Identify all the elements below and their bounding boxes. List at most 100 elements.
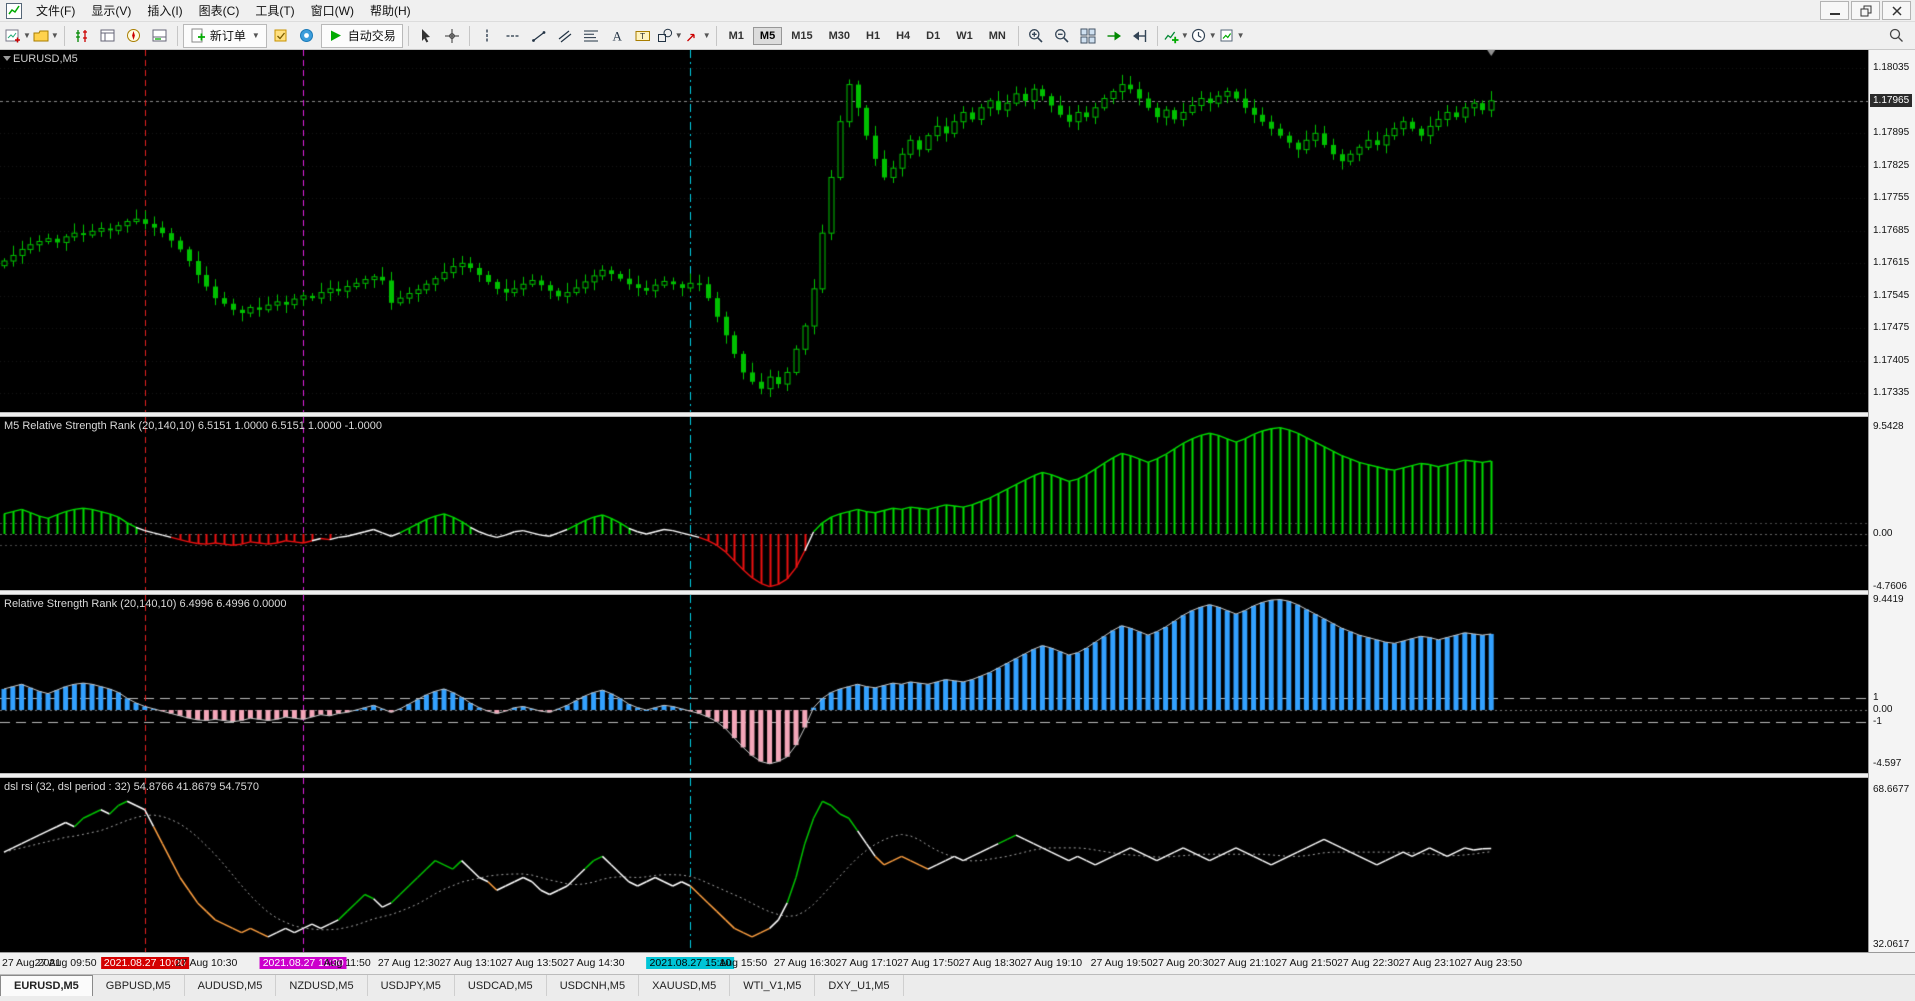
text-tool-button[interactable]: A	[605, 25, 629, 47]
market-watch-button[interactable]	[70, 25, 94, 47]
navigator-icon	[126, 28, 142, 44]
new-order-icon	[190, 28, 206, 44]
timeframe-m30-button[interactable]: M30	[822, 27, 857, 45]
text-label-tool-button[interactable]: T	[631, 25, 655, 47]
indicator-panel-dsl-rsi[interactable]	[0, 778, 1868, 952]
menu-file[interactable]: 文件(F)	[28, 0, 83, 22]
cursor-icon	[418, 28, 434, 44]
scale-label: 0.00	[1873, 704, 1893, 715]
period-list-button[interactable]: ▼	[1191, 25, 1217, 47]
crosshair-button[interactable]	[440, 25, 464, 47]
timeframe-m1-button[interactable]: M1	[722, 27, 751, 45]
time-axis[interactable]: 27 Aug 2021 27 Aug 09:50 2021.08.27 10:00 2…	[0, 952, 1915, 974]
time-label: 27 Aug 17:50	[897, 957, 959, 969]
menu-tools[interactable]: 工具(T)	[247, 0, 302, 22]
scale-label: 1.17405	[1873, 354, 1910, 366]
zoom-out-button[interactable]	[1050, 25, 1074, 47]
timeframe-mn-button[interactable]: MN	[982, 27, 1013, 45]
chart-tab-gbpusd-m5[interactable]: GBPUSD,M5	[93, 975, 185, 996]
chart-tab-usdjpy-m5[interactable]: USDJPY,M5	[368, 975, 455, 996]
profiles-button[interactable]: ▼	[33, 25, 59, 47]
shapes-button[interactable]: ▼	[657, 25, 683, 47]
close-button[interactable]	[1882, 1, 1911, 20]
auto-scroll-icon	[1106, 28, 1122, 44]
new-order-button[interactable]: 新订单 ▼	[182, 23, 267, 48]
time-label: 27 Aug 10:30	[175, 957, 238, 969]
time-label: 27 Aug 22:30	[1337, 957, 1399, 969]
indicator-panel-rsr-m5[interactable]	[0, 417, 1868, 590]
one-click-trading-arrow-icon[interactable]	[3, 56, 11, 61]
svg-text:T: T	[640, 30, 645, 40]
menu-help[interactable]: 帮助(H)	[362, 0, 419, 22]
search-icon[interactable]	[1888, 27, 1905, 49]
timeframe-h1-button[interactable]: H1	[859, 27, 887, 45]
timeframe-d1-button[interactable]: D1	[919, 27, 947, 45]
menu-view[interactable]: 显示(V)	[83, 0, 139, 22]
time-label: 27 Aug 20:30	[1152, 957, 1215, 969]
chart-tab-audusd-m5[interactable]: AUDUSD,M5	[185, 975, 277, 996]
chart-shift-button[interactable]	[1128, 25, 1152, 47]
data-window-button[interactable]	[96, 25, 120, 47]
community-button[interactable]	[295, 25, 319, 47]
auto-trading-button[interactable]: 自动交易	[320, 23, 403, 48]
navigator-button[interactable]	[122, 25, 146, 47]
horizontal-line-button[interactable]	[501, 25, 525, 47]
price-scale[interactable]: 1.18035 1.17895 1.17825 1.17755 1.17685 1.176…	[1868, 50, 1915, 952]
chevron-down-icon: ▼	[251, 31, 260, 40]
terminal-button[interactable]	[148, 25, 172, 47]
timeframe-w1-button[interactable]: W1	[949, 27, 980, 45]
chart-tab-strip: EURUSD,M5 GBPUSD,M5 AUDUSD,M5 NZDUSD,M5 USDJ…	[0, 974, 1915, 996]
trendline-button[interactable]	[527, 25, 551, 47]
templates-icon	[1219, 28, 1235, 44]
tile-windows-button[interactable]	[1076, 25, 1100, 47]
menu-window[interactable]: 窗口(W)	[303, 0, 362, 22]
toolbar-separator	[176, 25, 178, 46]
chart-tab-eurusd-m5[interactable]: EURUSD,M5	[0, 975, 93, 996]
menu-charts[interactable]: 图表(C)	[191, 0, 248, 22]
indicator-title: Relative Strength Rank (20,140,10) 6.499…	[4, 598, 287, 610]
metaeditor-button[interactable]	[269, 25, 293, 47]
auto-scroll-button[interactable]	[1102, 25, 1126, 47]
scale-label: 9.5428	[1873, 421, 1904, 433]
chart-tab-xauusd-m5[interactable]: XAUUSD,M5	[639, 975, 731, 996]
zoom-in-icon	[1028, 28, 1044, 44]
current-price-tag: 1.17965	[1870, 93, 1913, 107]
minimize-button[interactable]	[1820, 1, 1849, 20]
metaeditor-icon	[273, 28, 289, 44]
toolbar-separator	[468, 25, 470, 46]
equidistant-channel-button[interactable]	[553, 25, 577, 47]
toolbar: ▼ ▼ 新订单 ▼ 自动交易 A T ▼ ▼ M1 M5 M15 M30 H1 H4 D1 W1 MN ▼ ▼ ▼	[0, 22, 1915, 50]
chart-tab-wti-v1-m5[interactable]: WTI_V1,M5	[730, 975, 816, 996]
chart-tab-nzdusd-m5[interactable]: NZDUSD,M5	[276, 975, 368, 996]
chart-tab-usdcad-m5[interactable]: USDCAD,M5	[455, 975, 547, 996]
chart-tab-dxy-u1-m5[interactable]: DXY_U1,M5	[815, 975, 904, 996]
timeframe-h4-button[interactable]: H4	[889, 27, 917, 45]
templates-button[interactable]: ▼	[1219, 25, 1245, 47]
time-label: 27 Aug 18:30	[958, 957, 1021, 969]
vertical-line-button[interactable]	[475, 25, 499, 47]
menu-insert[interactable]: 插入(I)	[139, 0, 190, 22]
new-chart-button[interactable]: ▼	[5, 25, 31, 47]
arrow-tools-button[interactable]: ▼	[685, 25, 711, 47]
toolbar-separator	[715, 25, 717, 46]
zoom-in-button[interactable]	[1024, 25, 1048, 47]
time-label: 27 Aug 23:50	[1460, 957, 1523, 969]
timeframe-m5-button[interactable]: M5	[752, 26, 783, 45]
indicators-list-icon	[1163, 28, 1179, 44]
timeframe-m15-button[interactable]: M15	[784, 27, 819, 45]
indicator-title: M5 Relative Strength Rank (20,140,10) 6.…	[4, 420, 382, 432]
equidistant-channel-icon	[557, 28, 573, 44]
new-order-label: 新订单	[209, 29, 246, 43]
time-label: 27 Aug 23:10	[1398, 957, 1461, 969]
indicators-list-button[interactable]: ▼	[1163, 25, 1189, 47]
scale-label: -1	[1873, 715, 1882, 727]
time-label: 27 Aug 21:50	[1275, 957, 1338, 969]
toolbar-separator	[407, 25, 409, 46]
chevron-down-icon: ▼	[23, 31, 31, 40]
indicator-panel-rsr[interactable]	[0, 595, 1868, 773]
chart-tab-usdcnh-m5[interactable]: USDCNH,M5	[547, 975, 640, 996]
cursor-button[interactable]	[414, 25, 438, 47]
restore-button[interactable]	[1851, 1, 1880, 20]
fibonacci-retracement-button[interactable]	[579, 25, 603, 47]
price-chart[interactable]	[0, 50, 1868, 412]
